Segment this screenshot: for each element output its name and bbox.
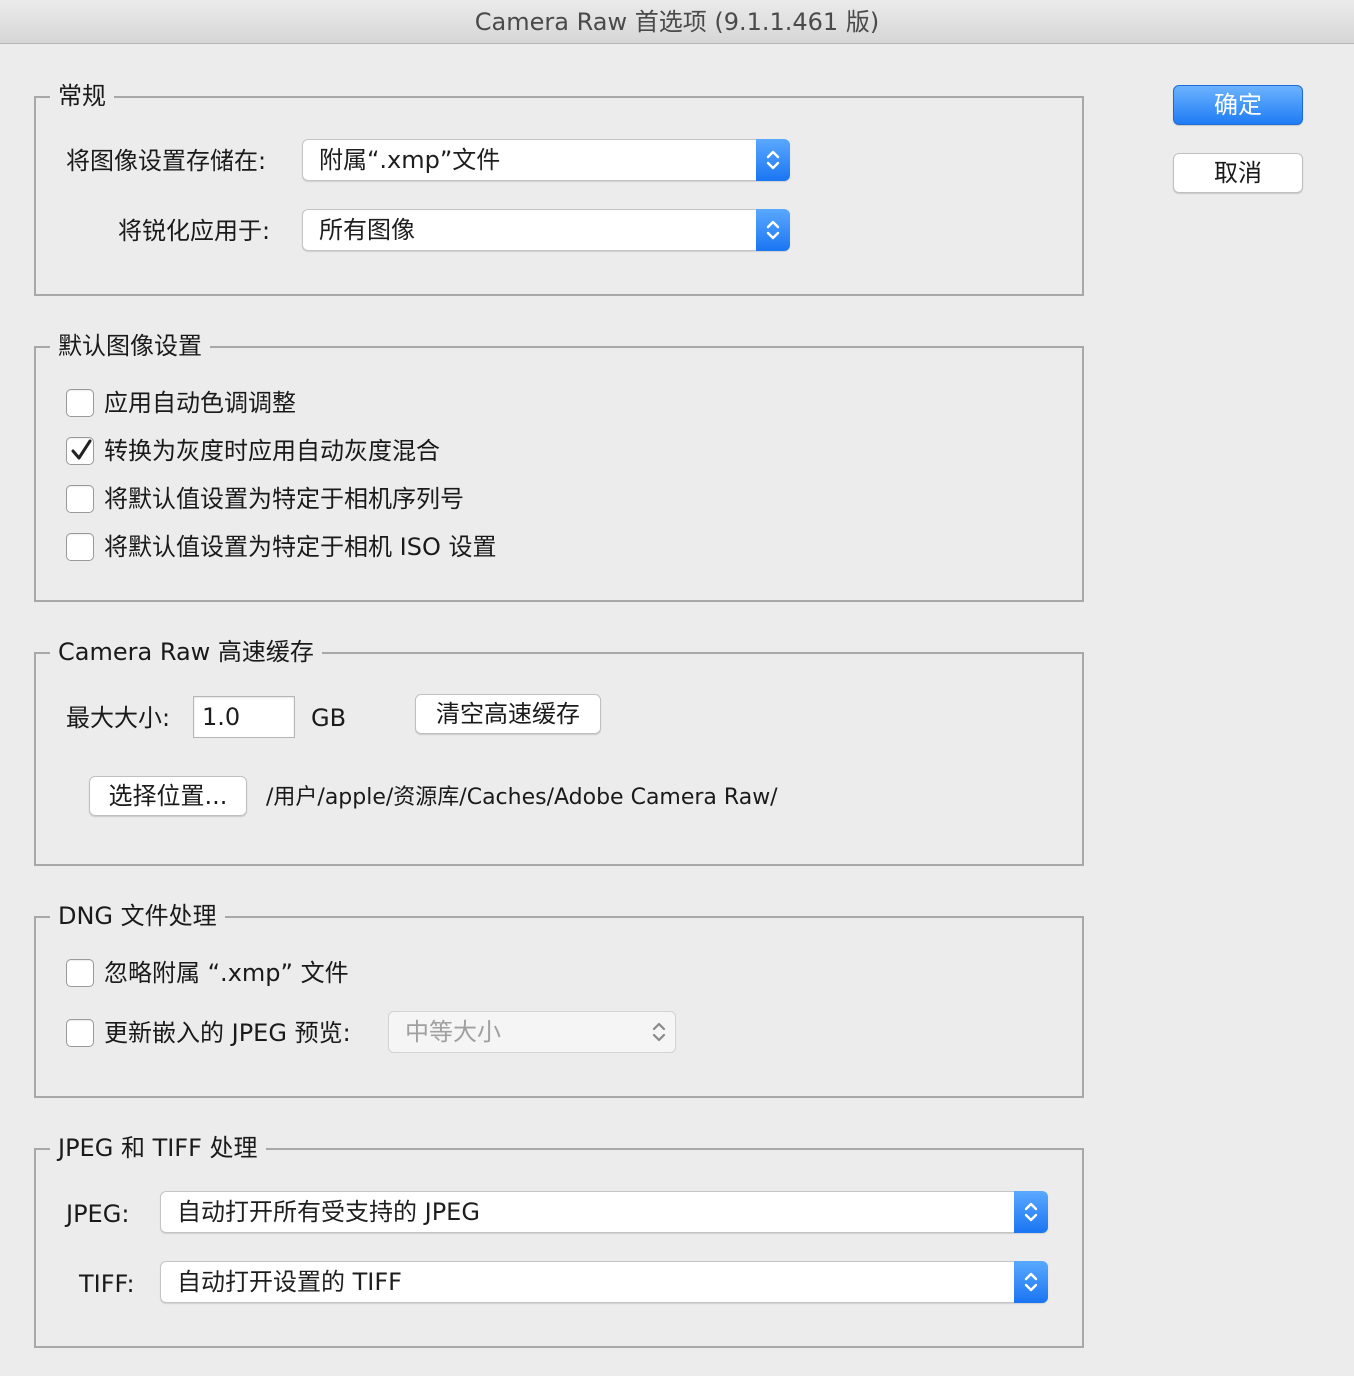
tiff-handling-stepper-icon xyxy=(1014,1261,1048,1303)
max-size-label: 最大大小: xyxy=(66,704,171,732)
auto-tone-label: 应用自动色调调整 xyxy=(104,389,296,417)
camera-serial-label: 将默认值设置为特定于相机序列号 xyxy=(104,485,464,513)
preview-size-value: 中等大小 xyxy=(405,1018,501,1046)
sharpen-select[interactable]: 所有图像 xyxy=(302,209,790,251)
ok-button-label: 确定 xyxy=(1214,91,1262,119)
camera-serial-checkbox[interactable] xyxy=(66,485,94,513)
default-settings-group-title: 默认图像设置 xyxy=(50,329,210,363)
purge-cache-button[interactable]: 清空高速缓存 xyxy=(415,694,601,734)
window-titlebar: Camera Raw 首选项 (9.1.1.461 版) xyxy=(0,0,1354,44)
tiff-handling-value: 自动打开设置的 TIFF xyxy=(177,1268,402,1296)
general-group: 常规 将图像设置存储在: 附属“.xmp”文件 将锐化应用于: 所有图像 xyxy=(34,79,1084,296)
jpeg-handling-value: 自动打开所有受支持的 JPEG xyxy=(177,1198,480,1226)
general-group-title: 常规 xyxy=(50,79,114,113)
save-settings-label: 将图像设置存储在: xyxy=(66,147,267,175)
default-settings-group: 默认图像设置 应用自动色调调整 转换为灰度时应用自动灰度混合 将默认值设置为特定… xyxy=(34,329,1084,602)
jpeg-handling-stepper-icon xyxy=(1014,1191,1048,1233)
camera-iso-label: 将默认值设置为特定于相机 ISO 设置 xyxy=(104,533,497,561)
select-location-label: 选择位置... xyxy=(108,782,228,810)
jpeg-label: JPEG: xyxy=(66,1200,130,1228)
auto-tone-checkbox[interactable] xyxy=(66,389,94,417)
preview-size-stepper-icon xyxy=(642,1011,676,1053)
cache-group-title: Camera Raw 高速缓存 xyxy=(50,635,322,669)
ignore-xmp-checkbox[interactable] xyxy=(66,959,94,987)
save-settings-select[interactable]: 附属“.xmp”文件 xyxy=(302,139,790,181)
jpeg-tiff-group-title: JPEG 和 TIFF 处理 xyxy=(50,1131,266,1165)
save-settings-value: 附属“.xmp”文件 xyxy=(319,146,501,174)
max-size-unit: GB xyxy=(311,704,347,732)
camera-iso-checkbox[interactable] xyxy=(66,533,94,561)
cancel-button[interactable]: 取消 xyxy=(1173,153,1303,193)
select-location-button[interactable]: 选择位置... xyxy=(89,776,247,816)
ok-button[interactable]: 确定 xyxy=(1173,85,1303,125)
ignore-xmp-label: 忽略附属 “.xmp” 文件 xyxy=(104,959,349,987)
preview-size-select: 中等大小 xyxy=(388,1011,676,1053)
checkmark-icon xyxy=(71,439,92,460)
jpeg-handling-select[interactable]: 自动打开所有受支持的 JPEG xyxy=(160,1191,1048,1233)
dng-group-title: DNG 文件处理 xyxy=(50,899,225,933)
tiff-label: TIFF: xyxy=(79,1270,135,1298)
save-settings-stepper-icon xyxy=(756,139,790,181)
update-preview-label: 更新嵌入的 JPEG 预览: xyxy=(104,1019,351,1047)
cache-group: Camera Raw 高速缓存 最大大小: 1.0 GB 清空高速缓存 选择位置… xyxy=(34,635,1084,866)
purge-cache-label: 清空高速缓存 xyxy=(436,700,580,728)
update-preview-checkbox[interactable] xyxy=(66,1019,94,1047)
sharpen-value: 所有图像 xyxy=(319,216,415,244)
tiff-handling-select[interactable]: 自动打开设置的 TIFF xyxy=(160,1261,1048,1303)
auto-grayscale-label: 转换为灰度时应用自动灰度混合 xyxy=(104,437,440,465)
sharpen-label: 将锐化应用于: xyxy=(118,217,271,245)
max-size-input[interactable]: 1.0 xyxy=(193,696,295,738)
cache-path: /用户/apple/资源库/Caches/Adobe Camera Raw/ xyxy=(266,785,778,810)
cancel-button-label: 取消 xyxy=(1214,159,1262,187)
sharpen-stepper-icon xyxy=(756,209,790,251)
dng-group: DNG 文件处理 忽略附属 “.xmp” 文件 更新嵌入的 JPEG 预览: 中… xyxy=(34,899,1084,1098)
auto-grayscale-checkbox[interactable] xyxy=(66,437,94,465)
jpeg-tiff-group: JPEG 和 TIFF 处理 JPEG: 自动打开所有受支持的 JPEG TIF… xyxy=(34,1131,1084,1348)
window-title: Camera Raw 首选项 (9.1.1.461 版) xyxy=(474,8,880,36)
